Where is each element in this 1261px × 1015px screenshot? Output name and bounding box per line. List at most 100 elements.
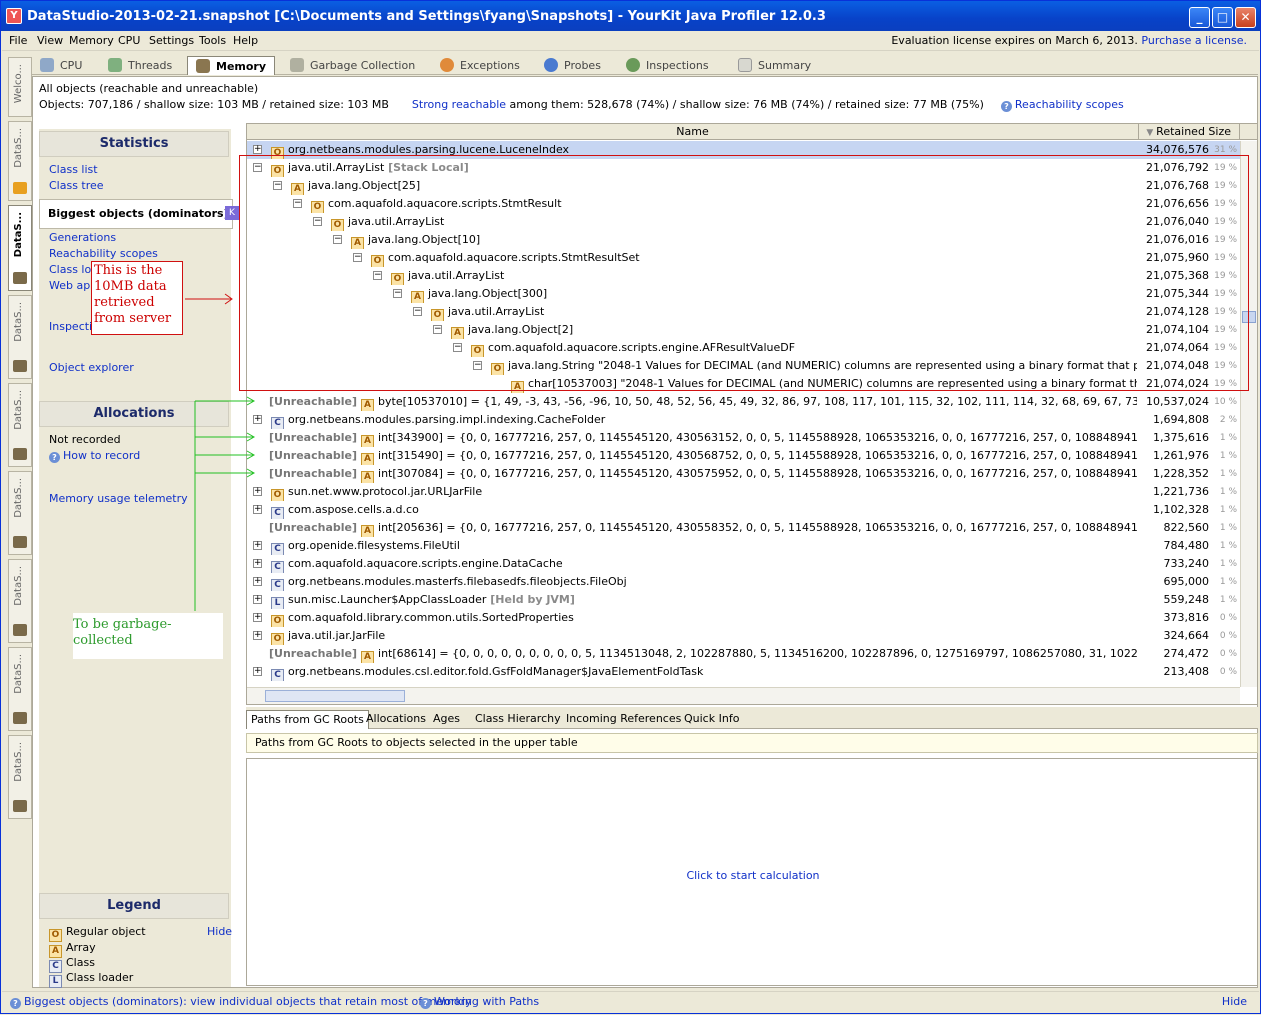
expand-icon[interactable]: + [253,487,262,496]
horizontal-scrollbar[interactable] [247,687,1240,704]
biggest-objects-item[interactable]: Biggest objects (dominators) [39,199,233,229]
class-list-link[interactable]: Class list [49,163,98,176]
tab-allocations[interactable]: Allocations [362,710,430,729]
probes-icon [544,58,558,72]
tab-summary[interactable]: Summary [738,58,811,77]
table-row[interactable]: [Unreachable] Aint[343900] = {0, 0, 16777… [247,429,1240,447]
table-row[interactable]: [Unreachable] Aint[307084] = {0, 0, 16777… [247,465,1240,483]
object-name: Ojava.util.jar.JarFile [271,627,1137,645]
table-row[interactable]: + Osun.net.www.protocol.jar.URLJarFile 1,2… [247,483,1240,501]
scroll-thumb[interactable] [265,690,405,702]
tab-threads[interactable]: Threads [108,58,172,77]
array-badge-icon: A [361,651,375,663]
table-row[interactable]: [Unreachable] Aint[68614] = {0, 0, 0, 0, … [247,645,1240,663]
tab-memory[interactable]: Memory [187,56,276,75]
name-column-header[interactable]: Name [247,124,1139,140]
status-working-with-paths-link[interactable]: ? Working with Paths [420,995,539,1009]
expand-icon[interactable]: + [253,541,262,550]
expand-icon[interactable]: + [253,559,262,568]
tab-class-hierarchy[interactable]: Class Hierarchy [471,710,565,729]
menu-file[interactable]: File [9,34,27,47]
strong-reachable-link[interactable]: Strong reachable [412,98,506,111]
web-apps-link[interactable]: Web app [49,279,97,292]
tab-snapshot-7[interactable]: DataS... [8,647,32,731]
retained-size: 1,375,616 [1153,431,1209,444]
expand-icon[interactable]: + [253,631,262,640]
start-calculation-link[interactable]: Click to start calculation [247,869,1259,882]
retained-size: 324,664 [1163,629,1210,642]
status-biggest-objects-link[interactable]: ? Biggest objects (dominators): view indi… [10,995,472,1009]
expand-icon[interactable]: + [253,595,262,604]
status-hide-link[interactable]: Hide [1222,995,1247,1008]
how-to-record-link[interactable]: ? How to record [49,449,140,463]
retained-size: 559,248 [1163,593,1210,606]
table-row[interactable]: [Unreachable] Aint[205636] = {0, 0, 16777… [247,519,1240,537]
purchase-license-link[interactable]: Purchase a license. [1141,34,1247,47]
expand-icon[interactable]: + [253,577,262,586]
menu-memory[interactable]: Memory [69,34,114,47]
table-row[interactable]: [Unreachable] Aint[315490] = {0, 0, 16777… [247,447,1240,465]
tab-paths-from-gc-roots[interactable]: Paths from GC Roots [246,710,369,729]
class-badge-icon: C [271,507,284,519]
class-tree-link[interactable]: Class tree [49,179,104,192]
expand-icon[interactable]: + [253,505,262,514]
expand-icon[interactable]: + [253,415,262,424]
table-row[interactable]: + Corg.netbeans.modules.parsing.impl.inde… [247,411,1240,429]
retained-size-column-header[interactable]: ▼ Retained Size [1140,124,1240,140]
maximize-button[interactable]: □ [1212,7,1233,28]
menu-tools[interactable]: Tools [199,34,226,47]
tab-exceptions[interactable]: Exceptions [440,58,520,77]
memory-telemetry-link[interactable]: Memory usage telemetry [49,492,188,505]
tab-cpu[interactable]: CPU [40,58,82,77]
table-row[interactable]: + Ojava.util.jar.JarFile 324,664 0 % [247,627,1240,645]
tab-snapshot-5[interactable]: DataS... [8,471,32,555]
collapse-icon[interactable]: K [225,206,239,220]
retained-size: 784,480 [1163,539,1210,552]
table-header: Name ▼ Retained Size [247,124,1257,140]
tab-inspections[interactable]: Inspections [626,58,709,77]
reachability-scopes-link[interactable]: Reachability scopes [1015,98,1124,111]
menu-settings[interactable]: Settings [149,34,194,47]
object-name: Corg.netbeans.modules.masterfs.filebased… [271,573,1137,591]
snapshot-icon [13,360,27,372]
tab-gc-label: Garbage Collection [310,59,416,72]
close-button[interactable]: ✕ [1235,7,1256,28]
trash-icon [290,58,304,72]
table-row[interactable]: + Ccom.aquafold.aquacore.scripts.engine.D… [247,555,1240,573]
table-row[interactable]: + Corg.netbeans.modules.csl.editor.fold.G… [247,663,1240,681]
menu-help[interactable]: Help [233,34,258,47]
tab-snapshot-1[interactable]: DataS... [8,121,32,201]
table-row[interactable]: [Unreachable] Abyte[10537010] = {1, 49, -… [247,393,1240,411]
legend-hide-link[interactable]: Hide [207,925,232,938]
menu-cpu[interactable]: CPU [118,34,140,47]
tab-welcome[interactable]: Welco... [8,57,32,117]
minimize-button[interactable]: _ [1189,7,1210,28]
tab-garbage-collection[interactable]: Garbage Collection [290,58,415,77]
tab-snapshot-8[interactable]: DataS... [8,735,32,819]
tab-incoming-references[interactable]: Incoming References [562,710,685,729]
help-icon: ? [1000,101,1012,112]
tab-threads-label: Threads [128,59,173,72]
object-explorer-link[interactable]: Object explorer [49,361,134,374]
reachability-scopes-item[interactable]: Reachability scopes [49,247,158,260]
table-row[interactable]: + Corg.netbeans.modules.masterfs.filebase… [247,573,1240,591]
table-row[interactable]: + Ccom.aspose.cells.a.d.co 1,102,328 1 % [247,501,1240,519]
table-row[interactable]: + Lsun.misc.Launcher$AppClassLoader [Held… [247,591,1240,609]
retained-size: 822,560 [1163,521,1210,534]
expand-icon[interactable]: + [253,145,262,154]
expand-icon[interactable]: + [253,613,262,622]
tab-snapshot-active[interactable]: DataS... [8,205,32,291]
generations-link[interactable]: Generations [49,231,116,244]
expand-icon[interactable]: + [253,667,262,676]
table-row[interactable]: + Ocom.aquafold.library.common.utils.Sort… [247,609,1240,627]
tab-snapshot-4[interactable]: DataS... [8,383,32,467]
tab-snapshot-3[interactable]: DataS... [8,295,32,379]
tab-probes[interactable]: Probes [544,58,601,77]
tab-snapshot-6[interactable]: DataS... [8,559,32,643]
table-row[interactable]: + Corg.openide.filesystems.FileUtil 784,48… [247,537,1240,555]
menu-view[interactable]: View [37,34,63,47]
tab-ages[interactable]: Ages [429,710,464,729]
tab-quick-info[interactable]: Quick Info [680,710,743,729]
object-label: java.util.jar.JarFile [288,629,386,642]
class-badge-icon: C [271,669,284,681]
